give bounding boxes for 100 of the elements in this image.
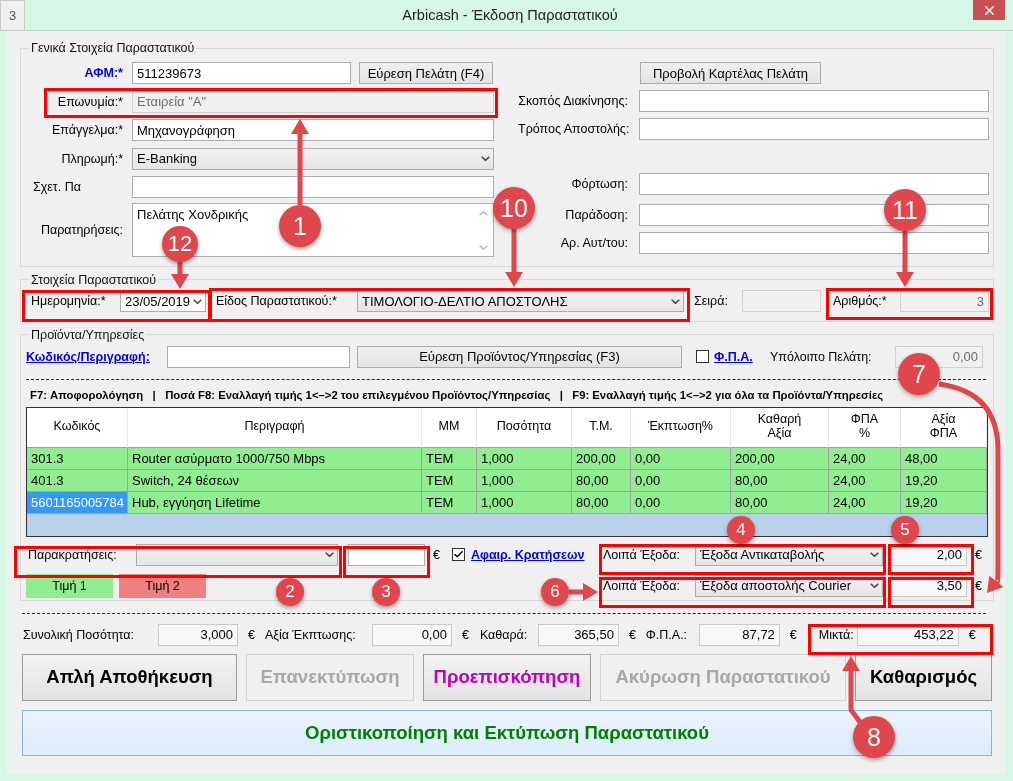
chevron-down-icon [193,298,202,304]
vat-link[interactable]: Φ.Π.Α. [714,349,770,364]
field-label: Παρατηρήσεις: [39,223,123,237]
group-legend: Γενικά Στοιχεία Παραστατικού [29,41,197,55]
column-header[interactable]: ΜΜ [422,407,477,448]
text-field[interactable] [639,118,989,140]
total-label: Μικτά: [818,627,855,642]
column-header[interactable]: Ποσότητα [477,407,572,448]
total-field[interactable]: 3,000 [158,623,238,646]
charges-label: Λοιπά Έξοδα: [603,547,681,562]
withholding-amount-field[interactable] [348,543,425,566]
chevron-down-icon [870,552,879,557]
table-cell: TEM [422,491,477,514]
text-field[interactable] [639,173,989,195]
tax-id-field[interactable]: 511239673 [132,62,351,85]
callout-arrow [505,229,523,287]
total-field[interactable]: 87,72 [698,623,780,646]
field-label: Παράδοση: [564,208,628,222]
field-label: Φόρτωση: [570,177,628,191]
field-label: Επάγγελμα:* [50,123,123,138]
charges-label: Λοιπά Έξοδα: [603,578,681,593]
find-product-button[interactable]: Εύρεση Προϊόντος/Υπηρεσίας (F3) [357,345,682,368]
series-field[interactable] [742,290,821,312]
column-header[interactable]: ΦΠΑ % [829,407,901,448]
window-title: Arbicash - Έκδοση Παραστατικού [402,7,618,23]
table-cell: 5601165005784 [27,491,128,514]
text-field[interactable] [639,90,989,112]
withholding-select[interactable] [136,543,338,566]
text-field[interactable]: Μηχανογράφηση [132,119,494,142]
table-cell: 24,00 [829,469,901,492]
text-field[interactable] [132,176,494,199]
field-label: Πληρωμή:* [60,151,123,166]
column-header[interactable]: Τ.Μ. [572,407,631,448]
currency-label: € [789,627,797,642]
column-header[interactable]: Περιγραφή [128,407,422,448]
table-cell: TEM [422,469,477,492]
callout-number: 3 [372,578,400,606]
window-tab[interactable]: 3 [0,0,25,31]
chevron-down-icon [481,156,490,162]
callout-number: 5 [891,516,919,544]
action-button[interactable]: Καθαρισμός [855,653,992,701]
field-label: Σκοπός Διακίνησης: [518,94,628,108]
number-field[interactable]: 3 [900,290,989,312]
table-cell: 24,00 [829,447,901,470]
column-header[interactable]: Αξία ΦΠΑ [901,407,987,448]
table-cell: Router ασύρματο 1000/750 Mbps [128,447,422,470]
callout-arrow [569,583,598,601]
column-header[interactable]: Έκπτωση% [631,407,731,448]
currency-label: € [433,547,440,562]
group-legend: Προϊόντα/Υπηρεσίες [29,327,147,342]
action-button[interactable]: Απλή Αποθήκευση [22,653,237,701]
total-label: Καθαρά: [479,627,529,642]
callout-arrow [171,262,189,289]
table-cell: 301.3 [27,447,128,470]
total-field[interactable]: 365,50 [537,623,619,646]
column-header[interactable]: Κωδικός [27,407,128,448]
date-label: Ημερομηνία:* [31,294,107,308]
series-label: Σειρά: [694,294,729,308]
table-cell: 80,00 [572,469,631,492]
code-search-link[interactable]: Κωδικός/Περιγραφή: [26,349,167,364]
total-label: Συνολική Ποσότητα: [23,627,136,642]
table-cell: 1,000 [477,491,572,514]
table-cell: TEM [422,447,477,470]
chevron-down-icon [325,552,334,557]
table-cell: 0,00 [631,447,731,470]
chevron-down-icon [671,298,680,304]
payment-select[interactable]: E-Banking [132,147,494,170]
table-cell: 0,00 [631,469,731,492]
product-search-field[interactable] [167,345,350,368]
currency-label: € [628,627,636,642]
document-type-select[interactable]: ΤΙΜΟΛΟΓΙΟ-ΔΕΛΤΙΟ ΑΠΟΣΤΟΛΗΣ [357,290,684,312]
currency-label: € [968,627,976,642]
field-label: Αρ. Αυτ/του: [559,236,628,250]
field-label: Επωνυμία:* [56,94,123,109]
field-label: Τρόπος Αποστολής: [518,122,628,136]
table-cell: 200,00 [731,447,829,470]
chevron-up-icon[interactable] [479,211,488,216]
callout-number: 2 [276,578,304,606]
view-card-button[interactable]: Προβολή Καρτέλας Πελάτη [640,62,821,84]
chevron-down-icon[interactable] [479,245,488,250]
text-field[interactable] [639,232,989,254]
table-cell: Switch, 24 θέσεων [128,469,422,492]
find-customer-button[interactable]: Εύρεση Πελάτη (F4) [359,62,493,85]
close-button[interactable] [973,0,1005,20]
callout-number: 4 [727,516,755,544]
table-cell: 48,00 [901,447,987,470]
table-cell: 80,00 [731,469,829,492]
table-cell: 0,00 [631,491,731,514]
total-field[interactable]: 0,00 [371,623,452,646]
currency-label: € [461,627,469,642]
deduct-checkbox[interactable] [451,548,465,561]
callout-number: 6 [541,578,569,606]
column-header[interactable]: Καθαρή Αξία [731,407,829,448]
callout-number: 7 [898,353,940,395]
document-type-label: Είδος Παραστατικού:* [216,294,338,308]
vat-checkbox[interactable] [696,350,709,363]
callout-arrow [842,656,862,724]
deduct-link[interactable]: Αφαιρ. Κρατήσεων [470,547,595,562]
action-button[interactable]: Προεπισκόπηση [423,653,591,701]
callout-number: 10 [493,187,535,229]
